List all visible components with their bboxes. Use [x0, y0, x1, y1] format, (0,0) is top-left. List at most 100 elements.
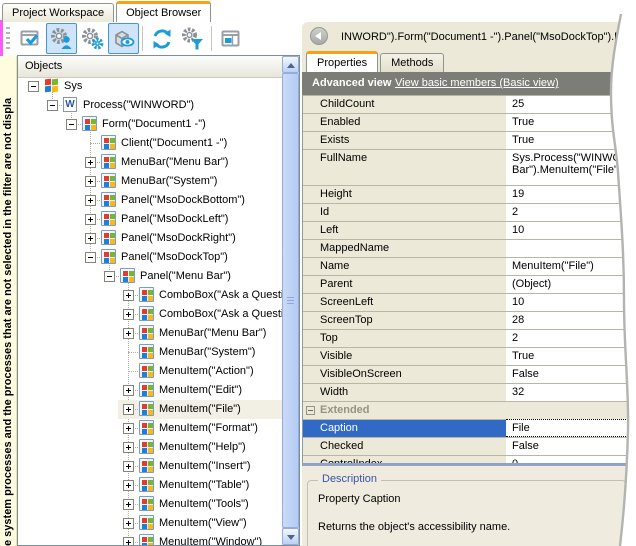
expand-toggle[interactable] [123, 518, 134, 529]
property-row[interactable]: ChildCount25 [303, 96, 636, 114]
tree-item[interactable]: Panel("Menu Bar") [18, 267, 282, 286]
tree-item[interactable]: MenuBar("System") [18, 343, 282, 362]
tree-item[interactable]: Client("Document1 -") [18, 134, 282, 153]
expand-toggle[interactable] [85, 195, 96, 206]
property-value-cell[interactable]: True [506, 348, 636, 365]
options-gears-button[interactable] [77, 23, 108, 54]
scrollbar-thumb[interactable] [282, 73, 299, 528]
tab-methods[interactable]: Methods [380, 53, 444, 72]
tree-item[interactable]: Form("Document1 -") [18, 115, 282, 134]
property-row[interactable]: VisibleOnScreenFalse [303, 366, 636, 384]
expand-toggle[interactable] [123, 290, 134, 301]
tree-item[interactable]: MenuItem("Help") [18, 438, 282, 457]
property-name-cell[interactable]: Name [303, 258, 506, 275]
property-name-cell[interactable]: ControlIndex [303, 456, 506, 463]
tree-item[interactable]: MenuItem("Edit") [18, 381, 282, 400]
collapse-toggle[interactable] [47, 100, 58, 111]
collapse-toggle[interactable] [28, 81, 39, 92]
scroll-down-button[interactable] [282, 528, 299, 545]
tree-item[interactable]: MenuItem("Tools") [18, 495, 282, 514]
property-name-cell[interactable]: MappedName [303, 240, 506, 257]
toolbar-drag-handle[interactable] [6, 27, 10, 51]
tree-scrollbar[interactable] [282, 56, 299, 545]
tree-item[interactable]: WProcess("WINWORD") [18, 96, 282, 115]
property-name-cell[interactable]: ScreenLeft [303, 294, 506, 311]
tree-item[interactable]: MenuItem("File") [18, 400, 282, 419]
property-value-cell[interactable]: 25 [506, 96, 636, 113]
property-row[interactable]: Left10 [303, 222, 636, 240]
property-value-cell[interactable]: 32 [506, 384, 636, 401]
property-name-cell[interactable]: Extended [303, 402, 636, 419]
property-value-cell[interactable]: True [506, 132, 636, 149]
panel-layout-button[interactable] [215, 23, 246, 54]
expand-toggle[interactable] [123, 328, 134, 339]
expand-toggle[interactable] [123, 442, 134, 453]
property-row[interactable]: VisibleTrue [303, 348, 636, 366]
property-value-cell[interactable]: MenuItem("File") [506, 258, 636, 275]
filter-button[interactable] [177, 23, 208, 54]
tree-item[interactable]: MenuItem("Window") [18, 533, 282, 545]
tree-item[interactable]: MenuItem("Format") [18, 419, 282, 438]
property-value-cell[interactable]: 2 [506, 330, 636, 347]
expand-toggle[interactable] [85, 157, 96, 168]
tab-properties[interactable]: Properties [306, 51, 378, 72]
basic-view-link[interactable]: View basic members (Basic view) [395, 72, 559, 95]
property-value-cell[interactable] [506, 240, 636, 257]
tree-item[interactable]: ComboBox("Ask a Questio [18, 305, 282, 324]
property-value-cell[interactable]: Sys.Process("WINWO Bar").MenuItem("File" [506, 150, 636, 185]
property-name-cell[interactable]: Left [303, 222, 506, 239]
property-row[interactable]: Parent(Object) [303, 276, 636, 294]
expand-toggle[interactable] [123, 499, 134, 510]
property-name-cell[interactable]: Exists [303, 132, 506, 149]
property-row[interactable]: Top2 [303, 330, 636, 348]
property-row[interactable]: FullNameSys.Process("WINWO Bar").MenuIte… [303, 150, 636, 186]
property-value-cell[interactable]: 2 [506, 204, 636, 221]
property-value-cell[interactable]: (Object) [506, 276, 636, 293]
expand-toggle[interactable] [123, 423, 134, 434]
expand-toggle[interactable] [85, 214, 96, 225]
expand-toggle[interactable] [123, 537, 134, 545]
tree-item[interactable]: MenuItem("Action") [18, 362, 282, 381]
section-collapse-toggle[interactable] [306, 406, 315, 415]
tree-item[interactable]: Panel("MsoDockTop") [18, 248, 282, 267]
property-row[interactable]: ControlIndex0 [303, 456, 636, 463]
property-value-cell[interactable]: 0 [506, 456, 636, 463]
property-row[interactable]: CheckedFalse [303, 438, 636, 456]
property-name-cell[interactable]: Height [303, 186, 506, 203]
tree-item[interactable]: MenuItem("Insert") [18, 457, 282, 476]
property-value-cell[interactable]: 10 [506, 294, 636, 311]
expand-toggle[interactable] [123, 385, 134, 396]
property-name-cell[interactable]: Caption [303, 420, 506, 437]
tree-item[interactable]: MenuItem("View") [18, 514, 282, 533]
property-row[interactable]: Width32 [303, 384, 636, 402]
property-value-cell[interactable]: 19 [506, 186, 636, 203]
property-value-cell[interactable]: True [506, 114, 636, 131]
refresh-button[interactable] [146, 23, 177, 54]
property-name-cell[interactable]: ScreenTop [303, 312, 506, 329]
collapse-toggle[interactable] [66, 119, 77, 130]
property-value-cell[interactable]: 28 [506, 312, 636, 329]
property-value-cell[interactable]: File [506, 419, 636, 437]
expand-toggle[interactable] [123, 480, 134, 491]
property-name-cell[interactable]: Top [303, 330, 506, 347]
collapse-toggle[interactable] [104, 271, 115, 282]
property-row[interactable]: Height19 [303, 186, 636, 204]
property-row[interactable]: EnabledTrue [303, 114, 636, 132]
back-button[interactable] [310, 27, 328, 45]
property-name-cell[interactable]: Visible [303, 348, 506, 365]
tree-item[interactable]: ComboBox("Ask a Questio [18, 286, 282, 305]
property-name-cell[interactable]: Width [303, 384, 506, 401]
property-name-cell[interactable]: ChildCount [303, 96, 506, 113]
property-name-cell[interactable]: Id [303, 204, 506, 221]
tree-item[interactable]: Panel("MsoDockRight") [18, 229, 282, 248]
property-name-cell[interactable]: FullName [303, 150, 506, 185]
scroll-up-button[interactable] [282, 56, 299, 73]
tree-item[interactable]: Panel("MsoDockLeft") [18, 210, 282, 229]
expand-toggle[interactable] [123, 309, 134, 320]
property-row[interactable]: NameMenuItem("File") [303, 258, 636, 276]
property-value-cell[interactable]: False [506, 366, 636, 383]
track-process-button[interactable] [46, 23, 77, 54]
expand-toggle[interactable] [85, 233, 96, 244]
property-name-cell[interactable]: Checked [303, 438, 506, 455]
tab-project-workspace[interactable]: Project Workspace [2, 3, 114, 22]
